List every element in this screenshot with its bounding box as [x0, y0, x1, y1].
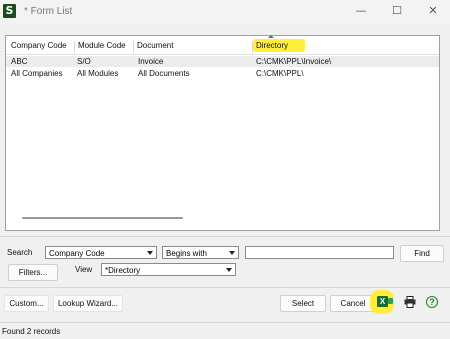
divider: [0, 236, 450, 237]
column-header-document[interactable]: Document: [133, 41, 173, 53]
table-row[interactable]: All Companies All Modules All Documents …: [6, 68, 439, 79]
records-list[interactable]: Company Code Module Code Document Direct…: [5, 35, 440, 231]
cell-document: Invoice: [138, 57, 164, 66]
cell-directory: C:\CMK\PPL\: [256, 69, 304, 78]
list-header: Company Code Module Code Document Direct…: [6, 35, 439, 55]
search-input[interactable]: [245, 246, 394, 259]
chevron-down-icon: [226, 268, 232, 272]
status-bar: Found 2 records: [0, 322, 450, 339]
view-label: View: [75, 265, 93, 274]
minimize-button[interactable]: —: [344, 0, 378, 24]
filters-button[interactable]: Filters...: [8, 264, 58, 281]
cell-document: All Documents: [138, 69, 190, 78]
view-select[interactable]: *Directory: [101, 263, 236, 276]
status-text: Found 2 records: [2, 327, 61, 336]
find-button[interactable]: Find: [400, 245, 444, 262]
close-button[interactable]: ✕: [416, 0, 450, 24]
help-icon[interactable]: ?: [426, 296, 438, 308]
excel-icon[interactable]: X: [377, 296, 388, 307]
cell-directory: C:\CMK\PPL\Invoice\: [256, 57, 332, 66]
divider: [0, 287, 450, 288]
sort-ascending-icon: [268, 35, 274, 38]
table-row[interactable]: ABC S/O Invoice C:\CMK\PPL\Invoice\: [6, 56, 439, 67]
title-bar: S * Form List — ☐ ✕: [0, 0, 450, 24]
custom-button[interactable]: Custom...: [4, 295, 49, 312]
search-operator-value: Begins with: [166, 249, 207, 258]
chevron-down-icon: [147, 251, 153, 255]
search-label: Search: [7, 248, 33, 257]
chevron-down-icon: [229, 251, 235, 255]
column-header-module-code[interactable]: Module Code: [74, 41, 126, 53]
column-header-company-code[interactable]: Company Code: [11, 41, 67, 53]
cell-module: S/O: [77, 57, 91, 66]
lookup-wizard-button[interactable]: Lookup Wizard...: [53, 295, 123, 312]
window-title: * Form List: [24, 6, 73, 17]
sage-app-icon: S: [3, 4, 16, 18]
search-field-value: Company Code: [49, 249, 105, 258]
column-header-directory[interactable]: Directory: [252, 41, 288, 53]
printer-icon[interactable]: [404, 296, 416, 308]
maximize-button[interactable]: ☐: [380, 0, 414, 24]
view-value: *Directory: [105, 266, 141, 275]
excel-icon-accent: [388, 298, 393, 304]
search-operator-select[interactable]: Begins with: [162, 246, 239, 259]
horizontal-scrollbar[interactable]: [22, 217, 183, 219]
cell-module: All Modules: [77, 69, 119, 78]
search-field-select[interactable]: Company Code: [45, 246, 157, 259]
select-button[interactable]: Select: [280, 295, 326, 312]
cell-company: All Companies: [11, 69, 63, 78]
cell-company: ABC: [11, 57, 28, 66]
